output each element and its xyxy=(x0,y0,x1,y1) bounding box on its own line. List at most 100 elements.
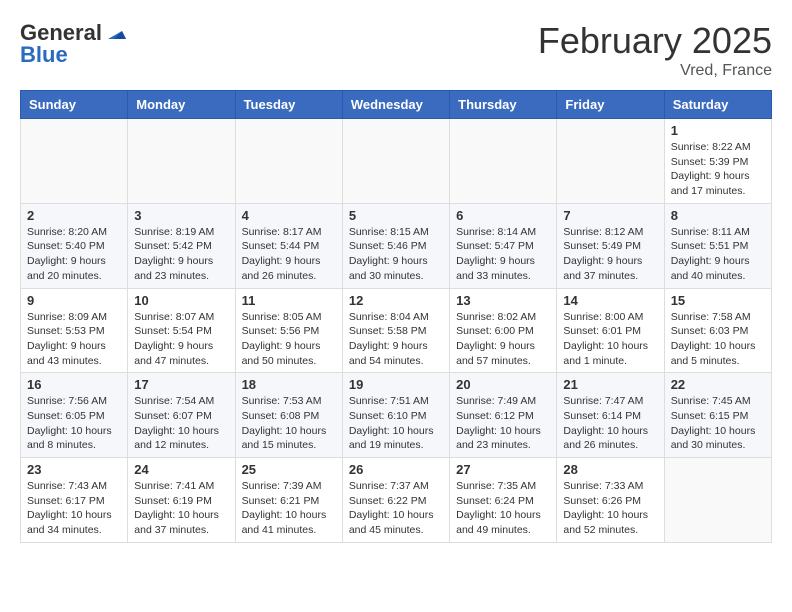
calendar-cell: 10 Sunrise: 8:07 AM Sunset: 5:54 PM Dayli… xyxy=(128,288,235,373)
week-row-4: 16 Sunrise: 7:56 AM Sunset: 6:05 PM Dayli… xyxy=(21,373,772,458)
day-number: 5 xyxy=(349,208,443,223)
day-number: 2 xyxy=(27,208,121,223)
location: Vred, France xyxy=(538,62,772,80)
day-info: Sunrise: 7:56 AM Sunset: 6:05 PM Dayligh… xyxy=(27,394,121,453)
day-number: 1 xyxy=(671,123,765,138)
day-number: 10 xyxy=(134,293,228,308)
day-info: Sunrise: 7:39 AM Sunset: 6:21 PM Dayligh… xyxy=(242,479,336,538)
logo: General Blue xyxy=(20,20,126,68)
weekday-header-row: SundayMondayTuesdayWednesdayThursdayFrid… xyxy=(21,91,772,119)
day-info: Sunrise: 7:53 AM Sunset: 6:08 PM Dayligh… xyxy=(242,394,336,453)
day-info: Sunrise: 8:14 AM Sunset: 5:47 PM Dayligh… xyxy=(456,225,550,284)
day-number: 7 xyxy=(563,208,657,223)
weekday-sunday: Sunday xyxy=(21,91,128,119)
day-info: Sunrise: 8:00 AM Sunset: 6:01 PM Dayligh… xyxy=(563,310,657,369)
day-info: Sunrise: 8:04 AM Sunset: 5:58 PM Dayligh… xyxy=(349,310,443,369)
day-number: 9 xyxy=(27,293,121,308)
day-info: Sunrise: 7:33 AM Sunset: 6:26 PM Dayligh… xyxy=(563,479,657,538)
day-info: Sunrise: 8:17 AM Sunset: 5:44 PM Dayligh… xyxy=(242,225,336,284)
day-info: Sunrise: 7:58 AM Sunset: 6:03 PM Dayligh… xyxy=(671,310,765,369)
calendar-cell xyxy=(235,119,342,204)
day-number: 3 xyxy=(134,208,228,223)
logo-icon xyxy=(104,21,126,43)
calendar-cell: 12 Sunrise: 8:04 AM Sunset: 5:58 PM Dayli… xyxy=(342,288,449,373)
day-info: Sunrise: 7:49 AM Sunset: 6:12 PM Dayligh… xyxy=(456,394,550,453)
calendar-cell: 16 Sunrise: 7:56 AM Sunset: 6:05 PM Dayli… xyxy=(21,373,128,458)
calendar-cell: 17 Sunrise: 7:54 AM Sunset: 6:07 PM Dayli… xyxy=(128,373,235,458)
day-number: 13 xyxy=(456,293,550,308)
title-area: February 2025 Vred, France xyxy=(538,20,772,80)
calendar: SundayMondayTuesdayWednesdayThursdayFrid… xyxy=(20,90,772,543)
day-info: Sunrise: 8:02 AM Sunset: 6:00 PM Dayligh… xyxy=(456,310,550,369)
day-info: Sunrise: 8:09 AM Sunset: 5:53 PM Dayligh… xyxy=(27,310,121,369)
day-number: 16 xyxy=(27,377,121,392)
calendar-cell xyxy=(450,119,557,204)
calendar-cell: 22Sunrise: 7:45 AM Sunset: 6:15 PM Dayli… xyxy=(664,373,771,458)
calendar-cell: 28 Sunrise: 7:33 AM Sunset: 6:26 PM Dayli… xyxy=(557,458,664,543)
day-number: 6 xyxy=(456,208,550,223)
day-number: 12 xyxy=(349,293,443,308)
day-number: 11 xyxy=(242,293,336,308)
calendar-cell: 5 Sunrise: 8:15 AM Sunset: 5:46 PM Daylig… xyxy=(342,203,449,288)
week-row-5: 23 Sunrise: 7:43 AM Sunset: 6:17 PM Dayli… xyxy=(21,458,772,543)
calendar-cell: 13 Sunrise: 8:02 AM Sunset: 6:00 PM Dayli… xyxy=(450,288,557,373)
page-header: General Blue February 2025 Vred, France xyxy=(20,20,772,80)
day-info: Sunrise: 8:22 AM Sunset: 5:39 PM Dayligh… xyxy=(671,140,765,199)
week-row-1: 1 Sunrise: 8:22 AM Sunset: 5:39 PM Daylig… xyxy=(21,119,772,204)
weekday-wednesday: Wednesday xyxy=(342,91,449,119)
day-info: Sunrise: 7:43 AM Sunset: 6:17 PM Dayligh… xyxy=(27,479,121,538)
calendar-cell: 26Sunrise: 7:37 AM Sunset: 6:22 PM Dayli… xyxy=(342,458,449,543)
day-number: 26 xyxy=(349,462,443,477)
day-number: 19 xyxy=(349,377,443,392)
day-number: 18 xyxy=(242,377,336,392)
day-info: Sunrise: 7:54 AM Sunset: 6:07 PM Dayligh… xyxy=(134,394,228,453)
calendar-cell: 4Sunrise: 8:17 AM Sunset: 5:44 PM Daylig… xyxy=(235,203,342,288)
weekday-tuesday: Tuesday xyxy=(235,91,342,119)
calendar-cell: 2 Sunrise: 8:20 AM Sunset: 5:40 PM Daylig… xyxy=(21,203,128,288)
calendar-cell: 19 Sunrise: 7:51 AM Sunset: 6:10 PM Dayli… xyxy=(342,373,449,458)
day-number: 20 xyxy=(456,377,550,392)
calendar-cell: 14 Sunrise: 8:00 AM Sunset: 6:01 PM Dayli… xyxy=(557,288,664,373)
calendar-cell: 7Sunrise: 8:12 AM Sunset: 5:49 PM Daylig… xyxy=(557,203,664,288)
day-number: 14 xyxy=(563,293,657,308)
weekday-friday: Friday xyxy=(557,91,664,119)
day-info: Sunrise: 8:07 AM Sunset: 5:54 PM Dayligh… xyxy=(134,310,228,369)
day-info: Sunrise: 8:20 AM Sunset: 5:40 PM Dayligh… xyxy=(27,225,121,284)
calendar-cell: 9 Sunrise: 8:09 AM Sunset: 5:53 PM Daylig… xyxy=(21,288,128,373)
calendar-cell xyxy=(21,119,128,204)
calendar-cell: 27Sunrise: 7:35 AM Sunset: 6:24 PM Dayli… xyxy=(450,458,557,543)
week-row-2: 2 Sunrise: 8:20 AM Sunset: 5:40 PM Daylig… xyxy=(21,203,772,288)
month-title: February 2025 xyxy=(538,20,772,62)
day-info: Sunrise: 7:41 AM Sunset: 6:19 PM Dayligh… xyxy=(134,479,228,538)
weekday-thursday: Thursday xyxy=(450,91,557,119)
day-number: 24 xyxy=(134,462,228,477)
calendar-cell: 15 Sunrise: 7:58 AM Sunset: 6:03 PM Dayli… xyxy=(664,288,771,373)
day-number: 15 xyxy=(671,293,765,308)
day-info: Sunrise: 7:47 AM Sunset: 6:14 PM Dayligh… xyxy=(563,394,657,453)
day-info: Sunrise: 7:45 AM Sunset: 6:15 PM Dayligh… xyxy=(671,394,765,453)
day-info: Sunrise: 8:05 AM Sunset: 5:56 PM Dayligh… xyxy=(242,310,336,369)
calendar-cell: 23 Sunrise: 7:43 AM Sunset: 6:17 PM Dayli… xyxy=(21,458,128,543)
weekday-monday: Monday xyxy=(128,91,235,119)
calendar-cell: 18 Sunrise: 7:53 AM Sunset: 6:08 PM Dayli… xyxy=(235,373,342,458)
day-info: Sunrise: 7:35 AM Sunset: 6:24 PM Dayligh… xyxy=(456,479,550,538)
calendar-cell: 11 Sunrise: 8:05 AM Sunset: 5:56 PM Dayli… xyxy=(235,288,342,373)
calendar-cell: 6 Sunrise: 8:14 AM Sunset: 5:47 PM Daylig… xyxy=(450,203,557,288)
day-number: 21 xyxy=(563,377,657,392)
day-info: Sunrise: 8:15 AM Sunset: 5:46 PM Dayligh… xyxy=(349,225,443,284)
calendar-cell: 1 Sunrise: 8:22 AM Sunset: 5:39 PM Daylig… xyxy=(664,119,771,204)
day-info: Sunrise: 8:11 AM Sunset: 5:51 PM Dayligh… xyxy=(671,225,765,284)
day-number: 28 xyxy=(563,462,657,477)
calendar-cell: 3Sunrise: 8:19 AM Sunset: 5:42 PM Daylig… xyxy=(128,203,235,288)
week-row-3: 9 Sunrise: 8:09 AM Sunset: 5:53 PM Daylig… xyxy=(21,288,772,373)
day-number: 23 xyxy=(27,462,121,477)
calendar-cell: 24 Sunrise: 7:41 AM Sunset: 6:19 PM Dayli… xyxy=(128,458,235,543)
calendar-cell xyxy=(342,119,449,204)
weekday-saturday: Saturday xyxy=(664,91,771,119)
day-number: 8 xyxy=(671,208,765,223)
calendar-cell xyxy=(128,119,235,204)
day-info: Sunrise: 7:51 AM Sunset: 6:10 PM Dayligh… xyxy=(349,394,443,453)
calendar-cell: 21 Sunrise: 7:47 AM Sunset: 6:14 PM Dayli… xyxy=(557,373,664,458)
calendar-cell xyxy=(557,119,664,204)
day-number: 17 xyxy=(134,377,228,392)
